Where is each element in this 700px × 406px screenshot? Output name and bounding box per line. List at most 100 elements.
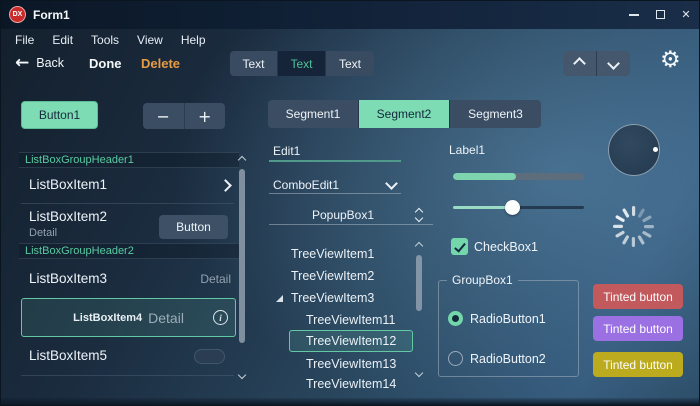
app-window: DX Form1 ✕ File Edit Tools View Help ← B… — [0, 0, 700, 406]
slider-fill — [453, 206, 513, 209]
listbox-item-3-detail: Detail — [200, 272, 231, 286]
edit1-field[interactable]: Edit1 — [269, 140, 401, 162]
listbox-item-4-selected[interactable]: ListBoxItem4 Detail i — [21, 298, 236, 337]
activity-spinner — [611, 204, 656, 249]
maximize-button[interactable] — [649, 4, 671, 25]
tinted-button-yellow[interactable]: Tinted button — [593, 352, 683, 377]
treeview-item-2-label: TreeViewItem2 — [291, 269, 374, 283]
listbox-item-5-label: ListBoxItem5 — [29, 348, 107, 363]
comboedit1-underline — [269, 193, 401, 194]
listbox-group-header-2: ListBoxGroupHeader2 — [19, 243, 239, 259]
segment-1[interactable]: Segment1 — [268, 100, 359, 128]
plus-button[interactable]: + — [185, 103, 226, 129]
up-button[interactable] — [563, 51, 597, 76]
edit1-underline — [269, 160, 401, 162]
slider-track[interactable] — [453, 206, 584, 209]
treeview-item-12-selected[interactable]: TreeViewItem12 — [289, 330, 413, 352]
stepper-control: − + — [143, 103, 225, 129]
treeview-item-1-label: TreeViewItem1 — [291, 247, 374, 261]
chevron-up-icon — [573, 57, 586, 70]
radiobutton2-label[interactable]: RadioButton2 — [470, 352, 546, 366]
treeview-item-3-expanded[interactable]: TreeViewItem3 — [269, 287, 425, 309]
tab-text-1[interactable]: Text — [230, 51, 278, 76]
comboedit1-field[interactable]: ComboEdit1 — [269, 175, 401, 194]
checkbox1-label[interactable]: CheckBox1 — [474, 240, 538, 254]
up-down-button-group — [563, 51, 630, 76]
treeview-item-13-label: TreeViewItem13 — [306, 357, 396, 371]
window-bottom-frame — [1, 398, 700, 406]
listbox-group-header-1: ListBoxGroupHeader1 — [19, 152, 239, 168]
menu-tools[interactable]: Tools — [89, 32, 121, 48]
window-title: Form1 — [33, 8, 70, 22]
checkbox1-box[interactable] — [451, 238, 468, 255]
tree-expanded-triangle-icon[interactable] — [275, 294, 284, 303]
minimize-button[interactable] — [623, 4, 645, 25]
comboedit1-value: ComboEdit1 — [273, 178, 339, 192]
title-bar: DX Form1 ✕ — [1, 1, 700, 29]
listbox-scroll-down-icon[interactable] — [238, 371, 246, 379]
listbox-item-3[interactable]: ListBoxItem3 Detail — [19, 259, 239, 297]
close-button[interactable]: ✕ — [675, 4, 697, 25]
radiobutton2[interactable] — [448, 351, 463, 366]
radiobutton1-label[interactable]: RadioButton1 — [470, 312, 546, 326]
treeview-item-3-label: TreeViewItem3 — [291, 291, 374, 305]
treeview-item-11[interactable]: TreeViewItem11 — [269, 309, 456, 331]
progress-bar — [453, 173, 584, 180]
menu-bar: File Edit Tools View Help — [13, 30, 208, 49]
menu-help[interactable]: Help — [179, 32, 208, 48]
app-icon: DX — [9, 6, 26, 23]
down-button[interactable] — [597, 51, 630, 76]
chevron-down-icon — [607, 57, 620, 70]
tab-text-2-selected[interactable]: Text — [278, 51, 326, 76]
listbox-item-1[interactable]: ListBoxItem1 — [19, 168, 239, 203]
slider-thumb[interactable] — [505, 200, 520, 215]
back-label: Back — [36, 56, 64, 70]
tree-scrollbar[interactable] — [416, 255, 422, 311]
listbox-item-3-label: ListBoxItem3 — [29, 271, 107, 286]
done-button[interactable]: Done — [89, 56, 122, 71]
popupbox1-value: PopupBox1 — [269, 208, 417, 222]
segment-3[interactable]: Segment3 — [450, 100, 541, 128]
menu-edit[interactable]: Edit — [50, 32, 75, 48]
treeview-item-13[interactable]: TreeViewItem13 — [269, 353, 456, 375]
back-button[interactable]: ← Back — [15, 52, 64, 74]
segment-2-selected[interactable]: Segment2 — [359, 100, 450, 128]
radiobutton1-selected[interactable] — [448, 311, 463, 326]
progress-bar-fill — [453, 173, 516, 180]
gear-icon: ⚙ — [660, 47, 681, 73]
listbox-bottom-separator — [21, 375, 234, 376]
menu-view[interactable]: View — [135, 32, 165, 48]
edit1-value: Edit1 — [273, 144, 300, 158]
listbox-item-1-label: ListBoxItem1 — [29, 177, 107, 192]
check-icon — [454, 240, 466, 252]
button1[interactable]: Button1 — [21, 101, 98, 129]
minimize-icon — [629, 14, 639, 16]
knob-dial[interactable] — [608, 124, 660, 176]
minus-button[interactable]: − — [143, 103, 185, 129]
settings-gear-button[interactable]: ⚙ — [660, 49, 681, 72]
popupbox1-underline — [269, 224, 433, 225]
knob-indicator-dot — [653, 147, 658, 152]
combo-chevron-down-icon — [385, 177, 398, 190]
listbox-item-4-label: ListBoxItem4 — [73, 312, 142, 324]
listbox-scrollbar[interactable] — [239, 169, 245, 343]
chevron-right-icon — [219, 179, 232, 192]
info-icon[interactable]: i — [213, 310, 228, 325]
tab-text-3[interactable]: Text — [326, 51, 374, 76]
listbox-item-2-detail: Detail — [29, 227, 57, 239]
back-arrow-icon: ← — [15, 55, 29, 72]
treeview-item-14-label: TreeViewItem14 — [306, 377, 396, 391]
menu-file[interactable]: File — [13, 32, 36, 48]
treeview-item-14[interactable]: TreeViewItem14 — [269, 375, 456, 393]
popupbox1-control[interactable]: PopupBox1 — [269, 205, 433, 225]
listbox-item-2-label: ListBoxItem2 — [29, 209, 107, 224]
listbox-scroll-up-icon[interactable] — [238, 156, 246, 164]
delete-button[interactable]: Delete — [141, 56, 180, 71]
listbox-item-2-button[interactable]: Button — [159, 215, 228, 239]
tinted-button-red[interactable]: Tinted button — [593, 284, 683, 309]
listbox-item-5-toggle-switch[interactable] — [194, 349, 225, 364]
treeview-item-12-label: TreeViewItem12 — [306, 334, 396, 348]
treeview-item-11-label: TreeViewItem11 — [306, 313, 395, 327]
tinted-button-purple[interactable]: Tinted button — [593, 316, 683, 341]
segmented-control: Segment1 Segment2 Segment3 — [268, 100, 541, 128]
